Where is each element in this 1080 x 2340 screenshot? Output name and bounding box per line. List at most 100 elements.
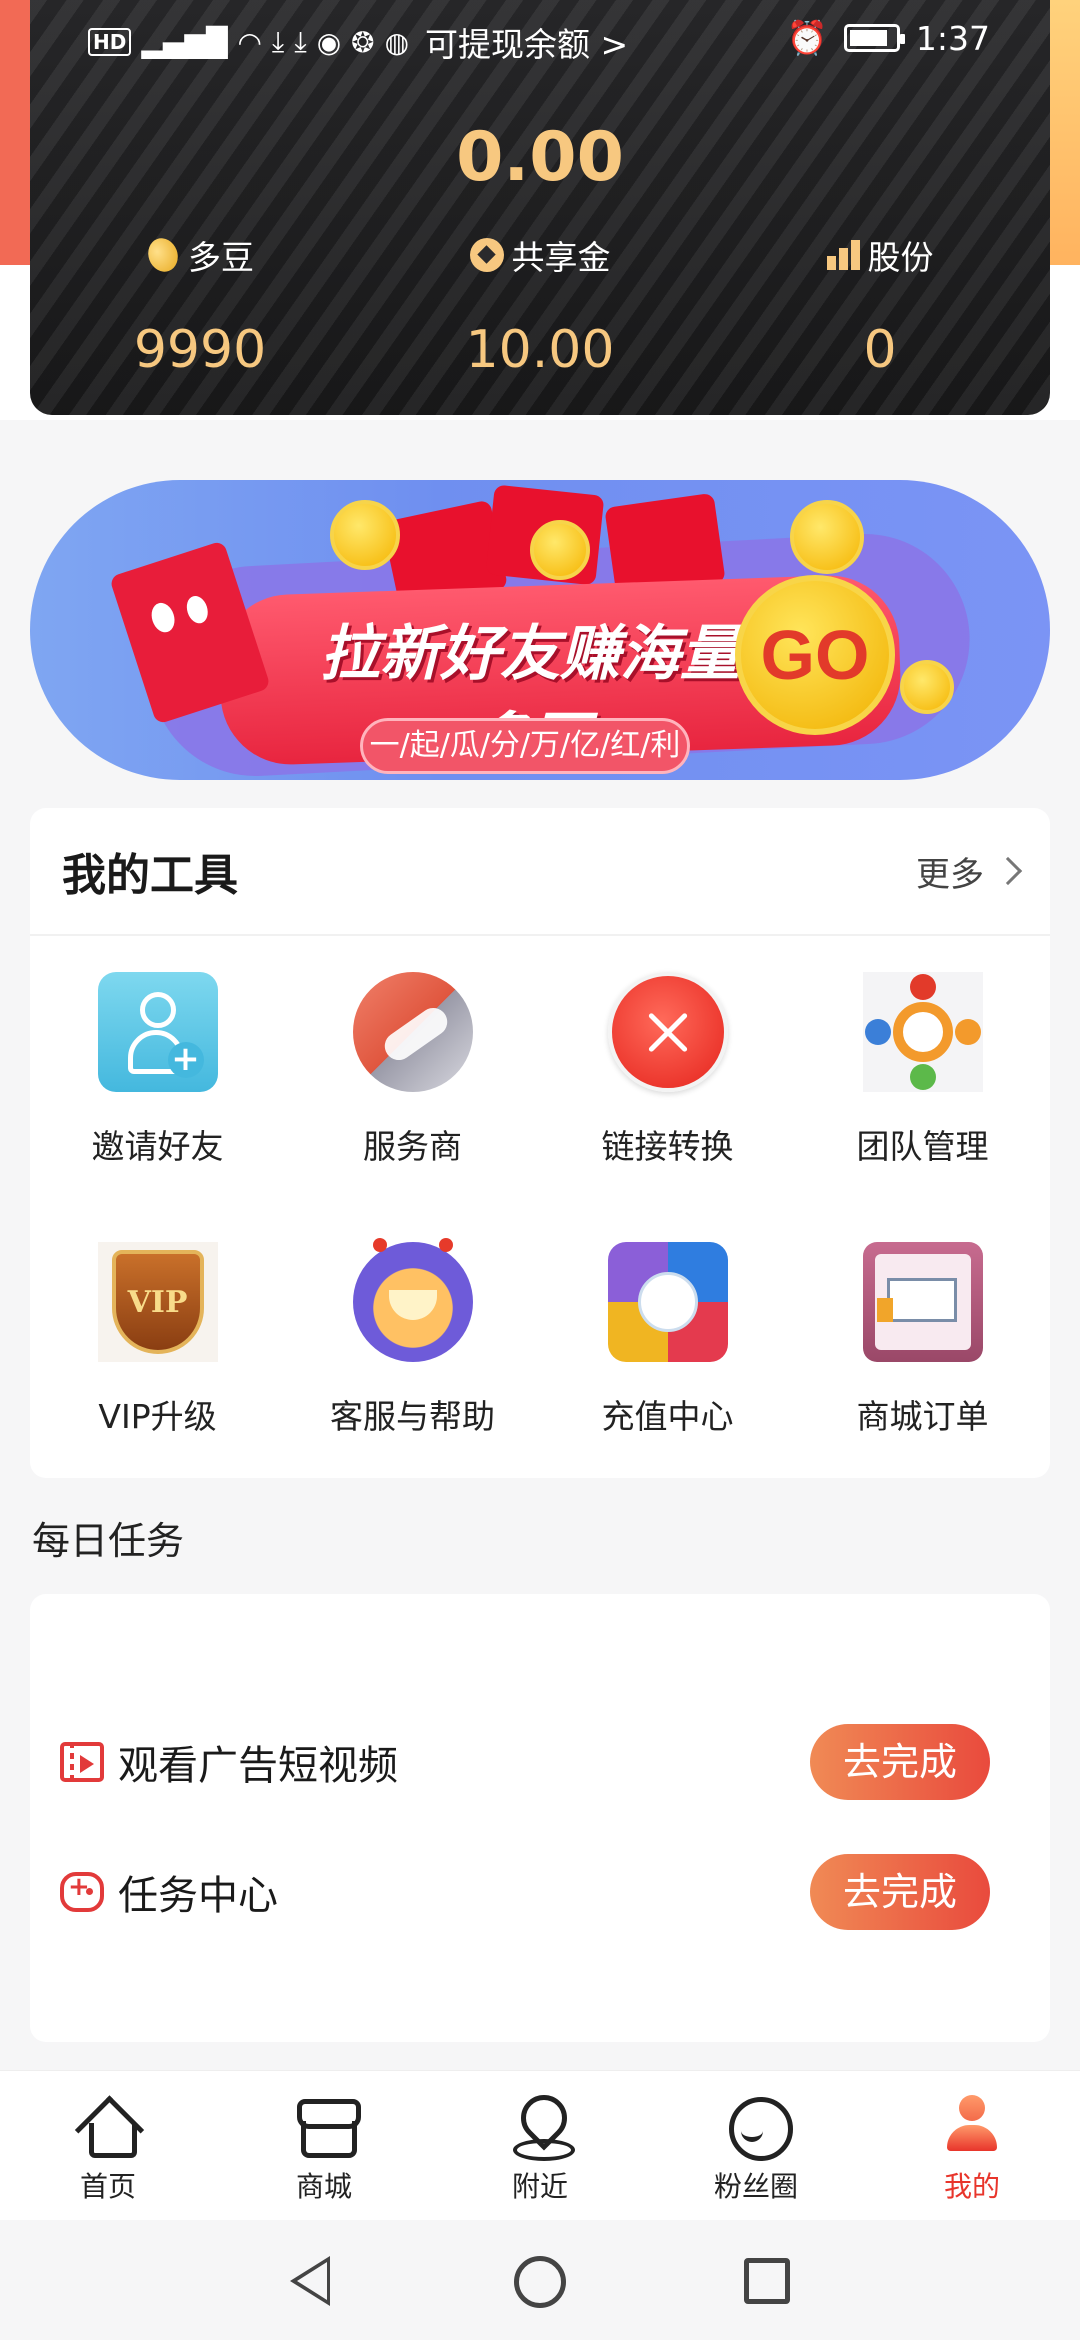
alarm-icon: ⏰ <box>786 18 828 57</box>
app-icon: ◉ <box>316 25 342 59</box>
task-label: 任务中心 <box>118 1873 278 1919</box>
invite-friend-icon: + <box>97 972 218 1092</box>
nav-profile[interactable]: 我的 <box>864 2071 1080 2220</box>
status-bar: HD ▂▄▆█ ◠ ⤓ ⤓ ◉ ❂ ◍ 可提现余额 > ⏰ 1:37 <box>30 0 1050 78</box>
home-icon <box>75 2093 141 2159</box>
app-icon: ❂ <box>351 25 375 59</box>
wechat-icon: ◍ <box>384 25 410 59</box>
status-left: HD ▂▄▆█ ◠ ⤓ ⤓ ◉ ❂ ◍ 可提现余额 > <box>88 18 628 66</box>
task-center: 任务中心 去完成 <box>30 1852 1050 1932</box>
tool-label: 链接转换 <box>601 1127 734 1166</box>
nav-fans[interactable]: 粉丝圈 <box>648 2071 864 2220</box>
more-label: 更多 <box>916 854 984 895</box>
stat-duodou[interactable]: 多豆 9990 <box>30 230 370 380</box>
team-icon <box>862 972 983 1092</box>
video-icon <box>60 1742 104 1782</box>
tool-invite-friends[interactable]: + 邀请好友 <box>30 972 285 1242</box>
tool-label: 团队管理 <box>856 1127 989 1166</box>
customer-service-icon <box>352 1238 473 1362</box>
stat-label: 共享金 <box>511 238 611 277</box>
bar-chart-icon <box>826 240 860 270</box>
profile-page: HD ▂▄▆█ ◠ ⤓ ⤓ ◉ ❂ ◍ 可提现余额 > ⏰ 1:37 0.00 <box>0 0 1080 2340</box>
stat-label: 多豆 <box>188 238 254 277</box>
tool-label: 商城订单 <box>856 1397 989 1436</box>
coin-icon <box>530 520 590 580</box>
nav-label: 粉丝圈 <box>713 2170 798 2203</box>
balance-card: HD ▂▄▆█ ◠ ⤓ ⤓ ◉ ❂ ◍ 可提现余额 > ⏰ 1:37 0.00 <box>30 0 1050 415</box>
stat-shares[interactable]: 股份 0 <box>710 230 1050 380</box>
battery-icon <box>843 24 905 52</box>
coin-icon <box>900 660 954 714</box>
download-icon: ⤓ <box>271 25 285 58</box>
home-circle-icon[interactable] <box>514 2256 566 2308</box>
truck-icon <box>862 1242 983 1362</box>
daily-tasks-card: 观看广告短视频 去完成 任务中心 去完成 <box>30 1594 1050 2042</box>
clock: 1:37 <box>915 18 990 58</box>
balance-stats: 多豆 9990 共享金 10.00 股份 0 <box>30 230 1050 380</box>
handshake-icon <box>352 972 473 1092</box>
tools-header: 我的工具 更多 <box>30 808 1050 936</box>
task-label: 观看广告短视频 <box>118 1743 398 1789</box>
recent-apps-icon[interactable] <box>744 2258 790 2304</box>
nav-label: 首页 <box>79 2170 136 2203</box>
signal-icon: ▂▄▆█ <box>141 25 228 59</box>
share-gold-icon <box>469 238 504 272</box>
nav-label: 附近 <box>511 2170 568 2203</box>
invite-promo-banner[interactable]: 拉新好友赚海量多豆 GO 一/起/瓜/分/万/亿/红/利 <box>30 480 1050 780</box>
tool-label: 客服与帮助 <box>330 1397 495 1436</box>
my-tools-card: 我的工具 更多 + 邀请好友 服务商 链接转换 团队管理 VIP VIP升级 客… <box>30 808 1050 1478</box>
nav-label: 我的 <box>943 2170 1000 2203</box>
nav-nearby[interactable]: 附近 <box>432 2071 648 2220</box>
profile-icon <box>939 2093 1005 2159</box>
bottom-nav: 首页 商城 附近 粉丝圈 我的 <box>0 2070 1080 2220</box>
gamepad-icon <box>60 1872 104 1912</box>
vip-badge-icon: VIP <box>97 1242 218 1362</box>
download-icon: ⤓ <box>294 25 307 58</box>
battery-fill <box>849 30 887 46</box>
system-nav-bar <box>0 2220 1080 2340</box>
status-right: ⏰ 1:37 <box>787 18 990 58</box>
tool-team-management[interactable]: 团队管理 <box>795 972 1050 1242</box>
recharge-icon <box>607 1242 728 1362</box>
chat-icon <box>723 2093 793 2161</box>
complete-task-button[interactable]: 去完成 <box>810 1724 990 1800</box>
tool-label: 邀请好友 <box>91 1127 224 1166</box>
nav-shop[interactable]: 商城 <box>216 2071 432 2220</box>
complete-task-button[interactable]: 去完成 <box>810 1854 990 1930</box>
daily-tasks-title: 每日任务 <box>32 1519 185 1563</box>
coin-icon <box>330 500 400 570</box>
section-title: 我的工具 <box>62 850 238 901</box>
banner-subtitle: 一/起/瓜/分/万/亿/红/利 <box>360 718 690 774</box>
withdrawable-balance-link[interactable]: 可提现余额 > <box>425 18 628 66</box>
stat-share-gold[interactable]: 共享金 10.00 <box>370 230 710 380</box>
tool-link-convert[interactable]: 链接转换 <box>540 972 795 1242</box>
task-watch-ads: 观看广告短视频 去完成 <box>30 1722 1050 1802</box>
withdrawable-amount[interactable]: 0.00 <box>30 118 1050 197</box>
tool-recharge-center[interactable]: 充值中心 <box>540 1242 795 1512</box>
tool-service-provider[interactable]: 服务商 <box>285 972 540 1242</box>
tool-label: 充值中心 <box>601 1397 734 1436</box>
tool-label: 服务商 <box>363 1127 462 1166</box>
location-icon <box>507 2093 575 2161</box>
coin-icon <box>143 234 183 276</box>
back-icon[interactable] <box>290 2256 330 2306</box>
tool-customer-service[interactable]: 客服与帮助 <box>285 1238 540 1512</box>
go-coin-icon: GO <box>735 575 895 735</box>
coin-icon <box>790 500 864 574</box>
nav-home[interactable]: 首页 <box>0 2071 216 2220</box>
hd-icon: HD <box>88 28 132 56</box>
tool-mall-orders[interactable]: 商城订单 <box>795 1242 1050 1512</box>
wifi-icon: ◠ <box>237 25 262 59</box>
stat-label: 股份 <box>867 238 934 277</box>
stat-value: 10.00 <box>465 320 615 380</box>
shop-icon <box>291 2093 361 2159</box>
stat-value: 9990 <box>133 320 267 380</box>
tools-grid: + 邀请好友 服务商 链接转换 团队管理 VIP VIP升级 客服与帮助 充值中… <box>30 936 1050 1512</box>
tool-vip-upgrade[interactable]: VIP VIP升级 <box>30 1242 285 1512</box>
stat-value: 0 <box>863 320 897 380</box>
tool-label: VIP升级 <box>98 1397 217 1436</box>
more-button[interactable]: 更多 <box>916 847 1023 896</box>
link-convert-icon <box>607 972 728 1092</box>
nav-label: 商城 <box>295 2170 352 2203</box>
chevron-right-icon <box>993 856 1023 886</box>
